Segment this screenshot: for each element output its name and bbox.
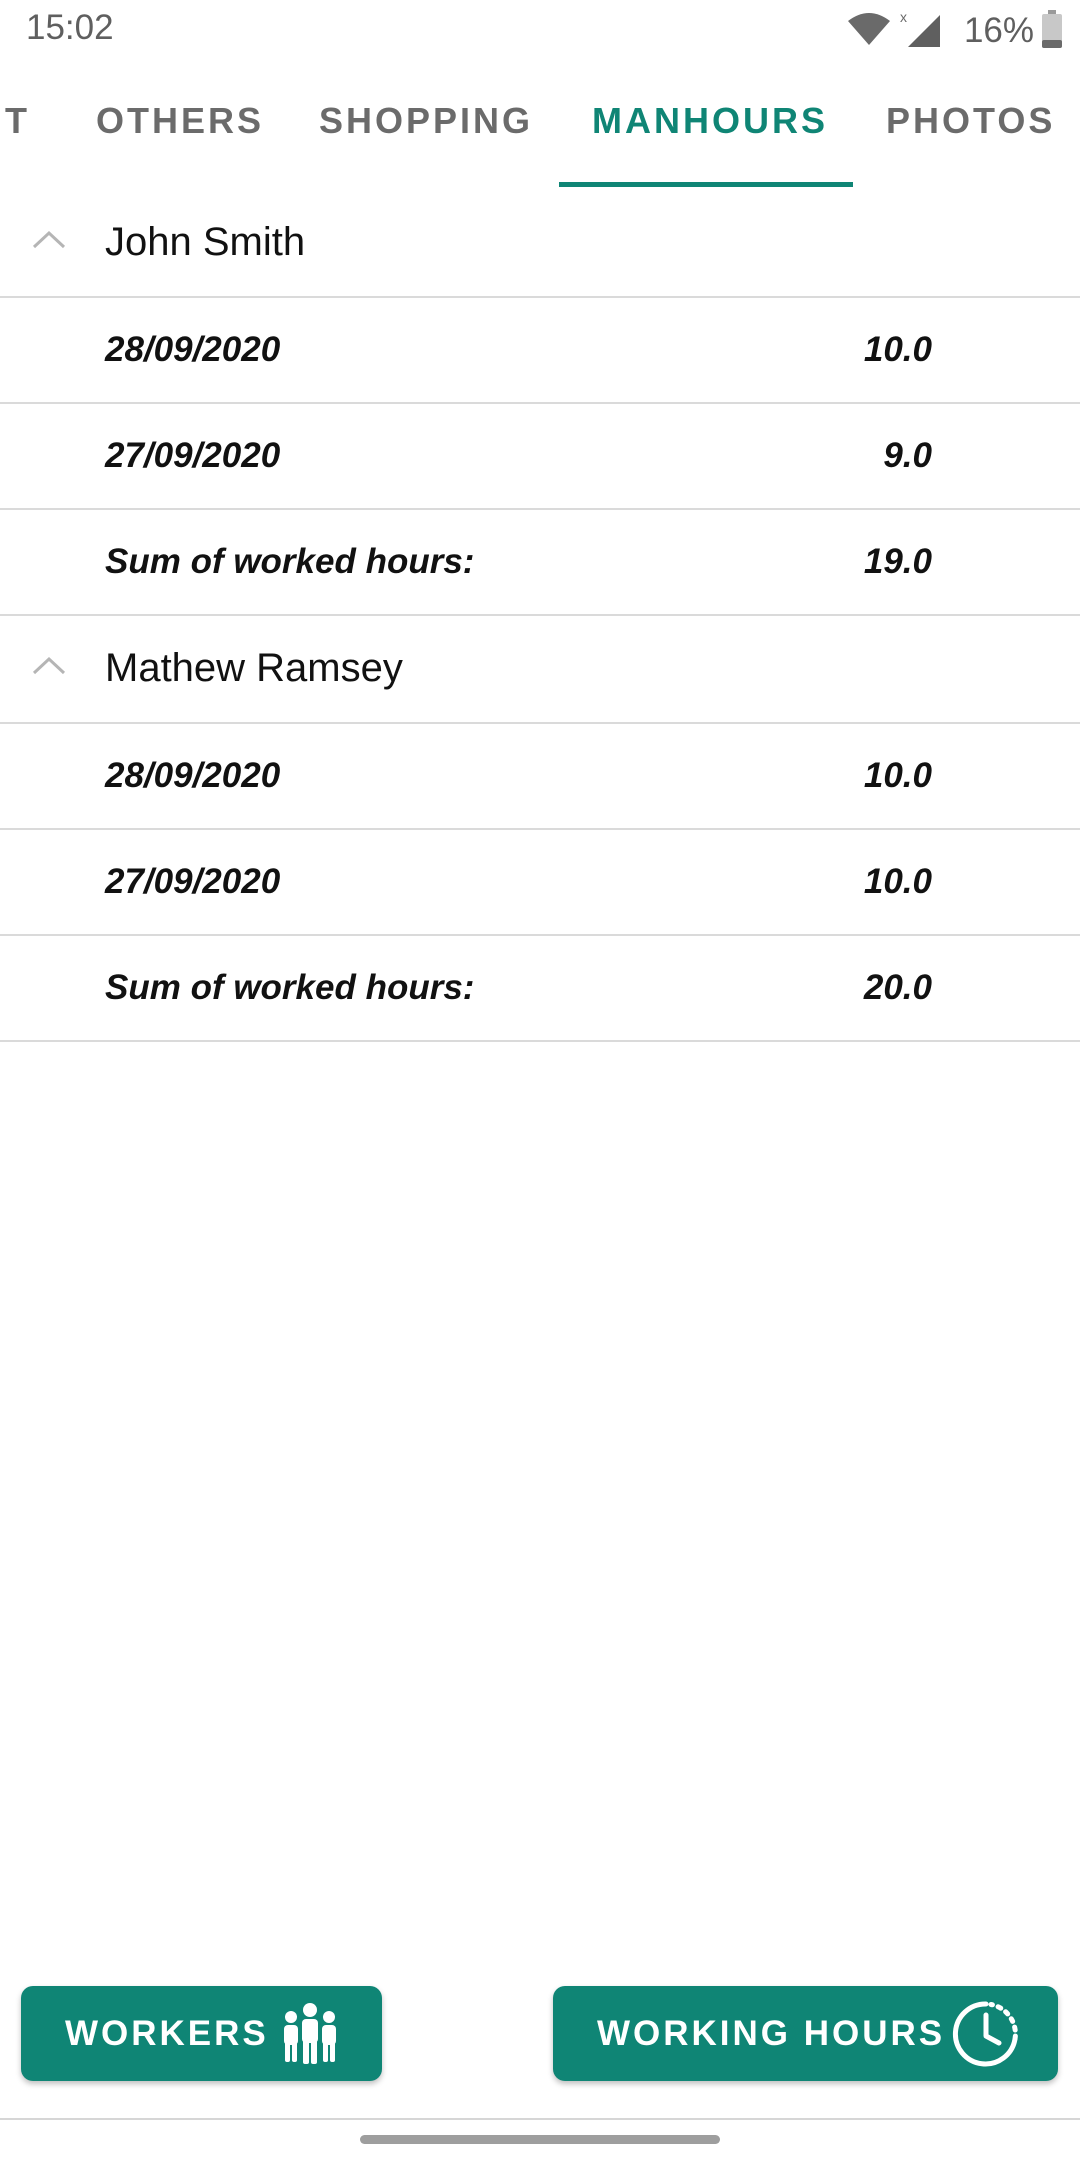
tab-bar: IT OTHERS SHOPPING MANHOURS PHOTOS (0, 62, 1080, 190)
chevron-up-icon[interactable] (31, 654, 67, 676)
sum-value: 20.0 (863, 968, 932, 1007)
entry-date: 27/09/2020 (105, 862, 281, 901)
worker-group-header[interactable]: John Smith (0, 190, 1080, 298)
svg-text:x: x (900, 9, 907, 25)
home-gesture-bar[interactable] (360, 2135, 720, 2144)
hours-entry-row: 27/09/2020 9.0 (0, 404, 1080, 510)
status-icons: x 16% (846, 8, 1062, 54)
cell-signal-icon: x (900, 9, 944, 53)
tab-it[interactable]: IT (0, 100, 30, 142)
status-bar: 15:02 x 16% (0, 0, 1080, 62)
entry-date: 27/09/2020 (105, 436, 281, 475)
wifi-icon (846, 11, 892, 51)
working-hours-button[interactable]: WORKING HOURS (553, 1986, 1058, 2081)
entry-hours: 10.0 (863, 862, 932, 901)
worker-name: John Smith (105, 220, 306, 264)
entry-hours: 10.0 (863, 330, 932, 369)
workers-button-label: WORKERS (65, 2013, 269, 2053)
entry-hours: 9.0 (883, 436, 932, 475)
sum-label: Sum of worked hours: (105, 542, 475, 581)
people-icon (279, 2000, 341, 2070)
tab-manhours[interactable]: MANHOURS (592, 100, 828, 142)
sum-value: 19.0 (863, 542, 932, 581)
clock-history-icon (951, 1999, 1021, 2073)
battery-icon (1042, 10, 1062, 52)
status-time: 15:02 (26, 8, 114, 47)
nav-divider (0, 2118, 1080, 2120)
hours-entry-row: 27/09/2020 10.0 (0, 830, 1080, 936)
entry-hours: 10.0 (863, 756, 932, 795)
worker-name: Mathew Ramsey (105, 646, 403, 690)
hours-sum-row: Sum of worked hours: 19.0 (0, 510, 1080, 616)
worker-group-header[interactable]: Mathew Ramsey (0, 616, 1080, 724)
battery-percent: 16% (963, 11, 1034, 50)
hours-entry-row: 28/09/2020 10.0 (0, 298, 1080, 404)
manhours-list: John Smith 28/09/2020 10.0 27/09/2020 9.… (0, 190, 1080, 1042)
hours-sum-row: Sum of worked hours: 20.0 (0, 936, 1080, 1042)
chevron-up-icon[interactable] (31, 228, 67, 250)
entry-date: 28/09/2020 (105, 756, 281, 795)
workers-button[interactable]: WORKERS (21, 1986, 382, 2081)
entry-date: 28/09/2020 (105, 330, 281, 369)
active-tab-indicator (559, 182, 853, 187)
hours-entry-row: 28/09/2020 10.0 (0, 724, 1080, 830)
working-hours-button-label: WORKING HOURS (597, 2013, 946, 2053)
sum-label: Sum of worked hours: (105, 968, 475, 1007)
tab-others[interactable]: OTHERS (96, 100, 264, 142)
tab-shopping[interactable]: SHOPPING (319, 100, 533, 142)
tab-photos[interactable]: PHOTOS (886, 100, 1055, 142)
